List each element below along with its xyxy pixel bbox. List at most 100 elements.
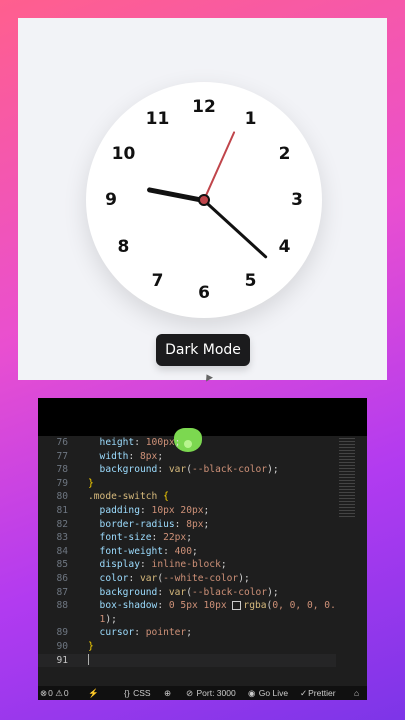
- clock-number-2: 2: [278, 143, 291, 164]
- notifications-icon[interactable]: ⌂: [354, 686, 359, 700]
- code-token: }: [88, 477, 94, 489]
- code-token: padding: [88, 504, 140, 516]
- code-token: 0, 0, 0, 0.: [272, 600, 336, 612]
- code-token: cursor: [88, 627, 135, 639]
- code-token: :: [139, 504, 152, 516]
- code-token: 22px: [163, 532, 187, 544]
- sync-icon[interactable]: ⚡: [88, 686, 99, 700]
- code-line[interactable]: 81 padding: 10px 20px;: [38, 504, 336, 518]
- code-line[interactable]: 85 display: inline-block;: [38, 558, 336, 572]
- text-caret: [88, 654, 89, 665]
- code-area[interactable]: 76 height: 100px; 77 width: 8px; 78 backgr…: [38, 436, 336, 668]
- code-token: var: [168, 586, 187, 598]
- code-line[interactable]: 90}: [38, 640, 336, 654]
- code-token: ;: [203, 504, 210, 516]
- code-line[interactable]: 88 box-shadow: 0 5px 10px rgba(0, 0, 0, …: [38, 599, 336, 613]
- code-token: width: [88, 450, 129, 462]
- line-number: 78: [56, 464, 68, 476]
- code-token: :: [157, 586, 169, 598]
- code-token: font-size: [88, 532, 152, 544]
- code-line[interactable]: 83 font-size: 22px;: [38, 531, 336, 545]
- code-line[interactable]: 76 height: 100px;: [38, 436, 336, 450]
- port-indicator[interactable]: ⊘ Port: 3000: [186, 686, 236, 700]
- code-editor[interactable]: 76 height: 100px; 77 width: 8px; 78 backgr…: [38, 398, 367, 700]
- code-token: :: [134, 437, 146, 448]
- code-token: 8px: [140, 450, 158, 462]
- minimap[interactable]: [339, 438, 355, 518]
- code-token: );: [267, 464, 279, 476]
- mouse-cursor-icon: [203, 372, 213, 382]
- code-line[interactable]: 79}: [38, 477, 336, 491]
- go-live-button[interactable]: ◉ Go Live: [248, 686, 288, 700]
- language-mode[interactable]: {} CSS: [124, 686, 151, 700]
- code-token: height: [88, 437, 135, 448]
- line-number: 81: [56, 504, 68, 516]
- line-text: box-shadow: 0 5px 10px rgba(0, 0, 0, 0.: [88, 599, 336, 613]
- line-text: width: 8px;: [88, 450, 164, 464]
- line-number: 79: [56, 477, 68, 489]
- code-token: :: [151, 532, 164, 544]
- code-token: 400: [174, 545, 192, 557]
- code-line[interactable]: 1);: [38, 613, 336, 627]
- clock-number-4: 4: [278, 236, 291, 257]
- line-text: color: var(--white-color);: [88, 572, 250, 586]
- line-number: 77: [56, 450, 68, 462]
- code-token: 10px 20px: [151, 504, 204, 516]
- code-token: background: [88, 464, 158, 476]
- clock-number-6: 6: [198, 283, 210, 303]
- code-token: ;: [186, 532, 192, 544]
- code-token: 0 5px 10px: [168, 600, 233, 612]
- code-token: :: [174, 518, 187, 530]
- second-hand: [203, 131, 236, 201]
- line-number: 86: [56, 572, 68, 584]
- code-token: --white-color: [163, 572, 239, 584]
- line-text: .mode-switch {: [88, 490, 169, 504]
- color-swatch-icon[interactable]: [232, 600, 242, 610]
- line-number: 90: [56, 640, 68, 652]
- line-text: cursor: pointer;: [88, 626, 192, 640]
- clock-number-11: 11: [145, 109, 170, 130]
- problems-indicator[interactable]: ⊗0 ⚠0: [40, 686, 69, 700]
- code-line[interactable]: 87 background: var(--black-color);: [38, 586, 336, 600]
- code-token: ;: [157, 450, 164, 462]
- clock-number-9: 9: [105, 190, 117, 210]
- code-token: pointer: [145, 627, 187, 639]
- code-line[interactable]: 84 font-weight: 400;: [38, 545, 336, 559]
- clock-number-10: 10: [111, 143, 136, 164]
- line-text: font-size: 22px;: [88, 531, 192, 545]
- code-token: display: [88, 559, 140, 571]
- broadcast-icon[interactable]: ⊕: [164, 686, 171, 700]
- prettier-indicator[interactable]: ✓Prettier: [300, 686, 336, 700]
- code-line[interactable]: 91: [38, 653, 336, 668]
- code-token: 8px: [186, 518, 204, 530]
- check-icon: ✓: [300, 688, 308, 698]
- line-text: padding: 10px 20px;: [88, 504, 210, 518]
- code-token: );: [105, 613, 117, 625]
- line-text: border-radius: 8px;: [88, 518, 210, 532]
- code-token: :: [163, 545, 175, 557]
- code-line[interactable]: 82 border-radius: 8px;: [38, 518, 336, 532]
- code-token: :: [134, 627, 146, 639]
- line-number: 88: [56, 600, 68, 612]
- line-text: [88, 654, 89, 668]
- code-token: box-shadow: [88, 600, 158, 612]
- clock-number-5: 5: [244, 270, 257, 291]
- line-text: }: [88, 477, 94, 491]
- line-text: }: [88, 640, 94, 654]
- code-line[interactable]: 80 .mode-switch {: [38, 490, 336, 504]
- clock-number-1: 1: [244, 109, 257, 130]
- code-token: ;: [220, 559, 227, 571]
- code-token: ;: [203, 518, 210, 530]
- code-token: );: [267, 586, 279, 598]
- code-token: color: [88, 572, 129, 584]
- code-line[interactable]: 78 background: var(--black-color);: [38, 463, 336, 477]
- code-line[interactable]: 77 width: 8px;: [38, 450, 336, 464]
- line-number: 80: [56, 491, 68, 503]
- code-line[interactable]: 86 color: var(--white-color);: [38, 572, 336, 586]
- line-text: background: var(--black-color);: [88, 463, 279, 477]
- code-line[interactable]: 89 cursor: pointer;: [38, 626, 336, 640]
- dark-mode-button[interactable]: Dark Mode: [156, 334, 250, 366]
- code-token: :: [157, 464, 169, 476]
- minute-hand: [202, 198, 268, 259]
- code-token: ;: [174, 437, 181, 448]
